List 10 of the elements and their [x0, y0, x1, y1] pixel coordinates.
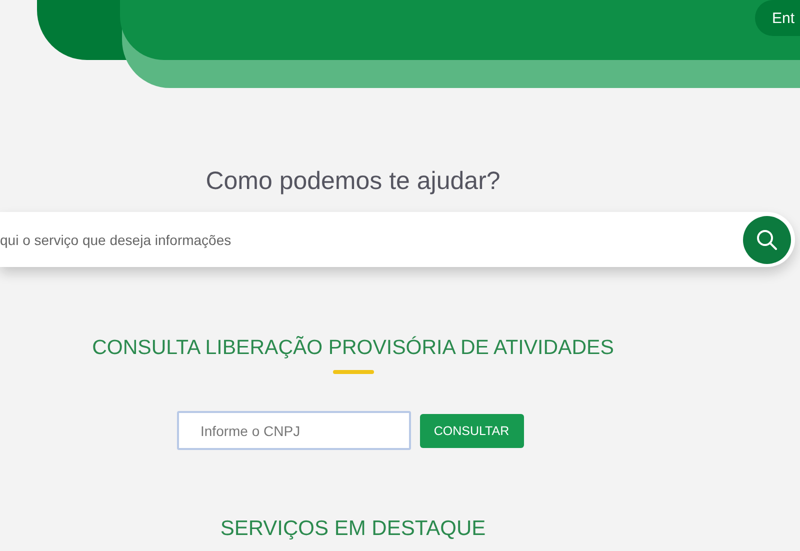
cnpj-input[interactable]: Informe o CNPJ: [176, 411, 410, 450]
enter-button[interactable]: Ent: [755, 0, 800, 36]
search-input[interactable]: qui o serviço que deseja informações: [0, 232, 600, 248]
consult-button[interactable]: CONSULTAR: [420, 414, 524, 448]
section-heading: Como podemos te ajudar?: [206, 166, 500, 196]
title-underline: [332, 370, 374, 374]
section-title: SERVIÇOS EM DESTAQUE: [220, 516, 486, 542]
search-button[interactable]: [743, 216, 791, 264]
section-title: CONSULTA LIBERAÇÃO PROVISÓRIA DE ATIVIDADES: [92, 335, 614, 361]
search-icon: [756, 228, 778, 250]
